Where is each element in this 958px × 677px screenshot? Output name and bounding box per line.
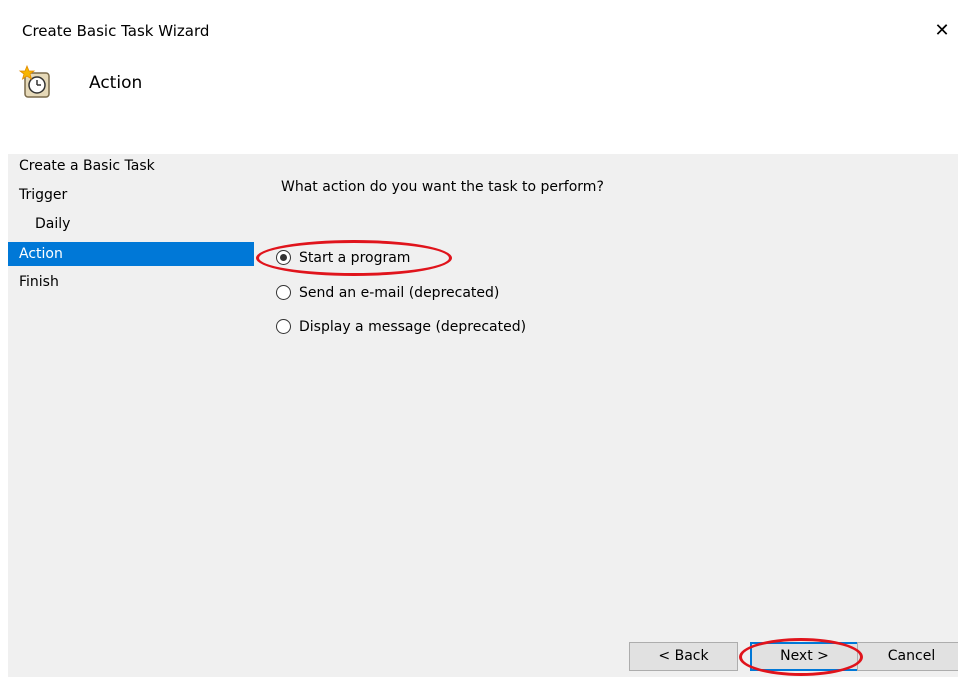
page-title: Action — [89, 73, 143, 93]
wizard-body: Create a Basic Task Trigger Daily Action… — [8, 154, 958, 677]
radio-start-program[interactable]: Start a program — [276, 247, 410, 269]
radio-send-email[interactable]: Send an e-mail (deprecated) — [276, 282, 499, 304]
wizard-window: Create Basic Task Wizard ✕ Action Create… — [0, 0, 958, 677]
radio-unchecked-icon — [276, 284, 291, 300]
window-title: Create Basic Task Wizard — [22, 22, 210, 40]
radio-display-message[interactable]: Display a message (deprecated) — [276, 316, 526, 338]
title-bar: Create Basic Task Wizard ✕ — [0, 0, 958, 60]
task-scheduler-clock-icon — [17, 64, 57, 104]
sidebar-item-create-basic-task[interactable]: Create a Basic Task — [8, 154, 254, 178]
sidebar-item-daily[interactable]: Daily — [8, 212, 254, 236]
radio-label: Display a message (deprecated) — [299, 319, 527, 335]
radio-label: Start a program — [299, 250, 411, 266]
cancel-button[interactable]: Cancel — [857, 642, 958, 671]
close-icon[interactable]: ✕ — [926, 18, 958, 44]
radio-checked-icon — [276, 249, 291, 265]
sidebar-item-finish[interactable]: Finish — [8, 270, 254, 294]
radio-label: Send an e-mail (deprecated) — [299, 285, 500, 301]
radio-unchecked-icon — [276, 318, 291, 334]
sidebar-item-trigger[interactable]: Trigger — [8, 183, 254, 207]
next-button[interactable]: Next > — [750, 642, 859, 671]
back-button[interactable]: < Back — [629, 642, 738, 671]
action-question: What action do you want the task to perf… — [281, 179, 604, 195]
sidebar-item-action[interactable]: Action — [8, 242, 254, 266]
